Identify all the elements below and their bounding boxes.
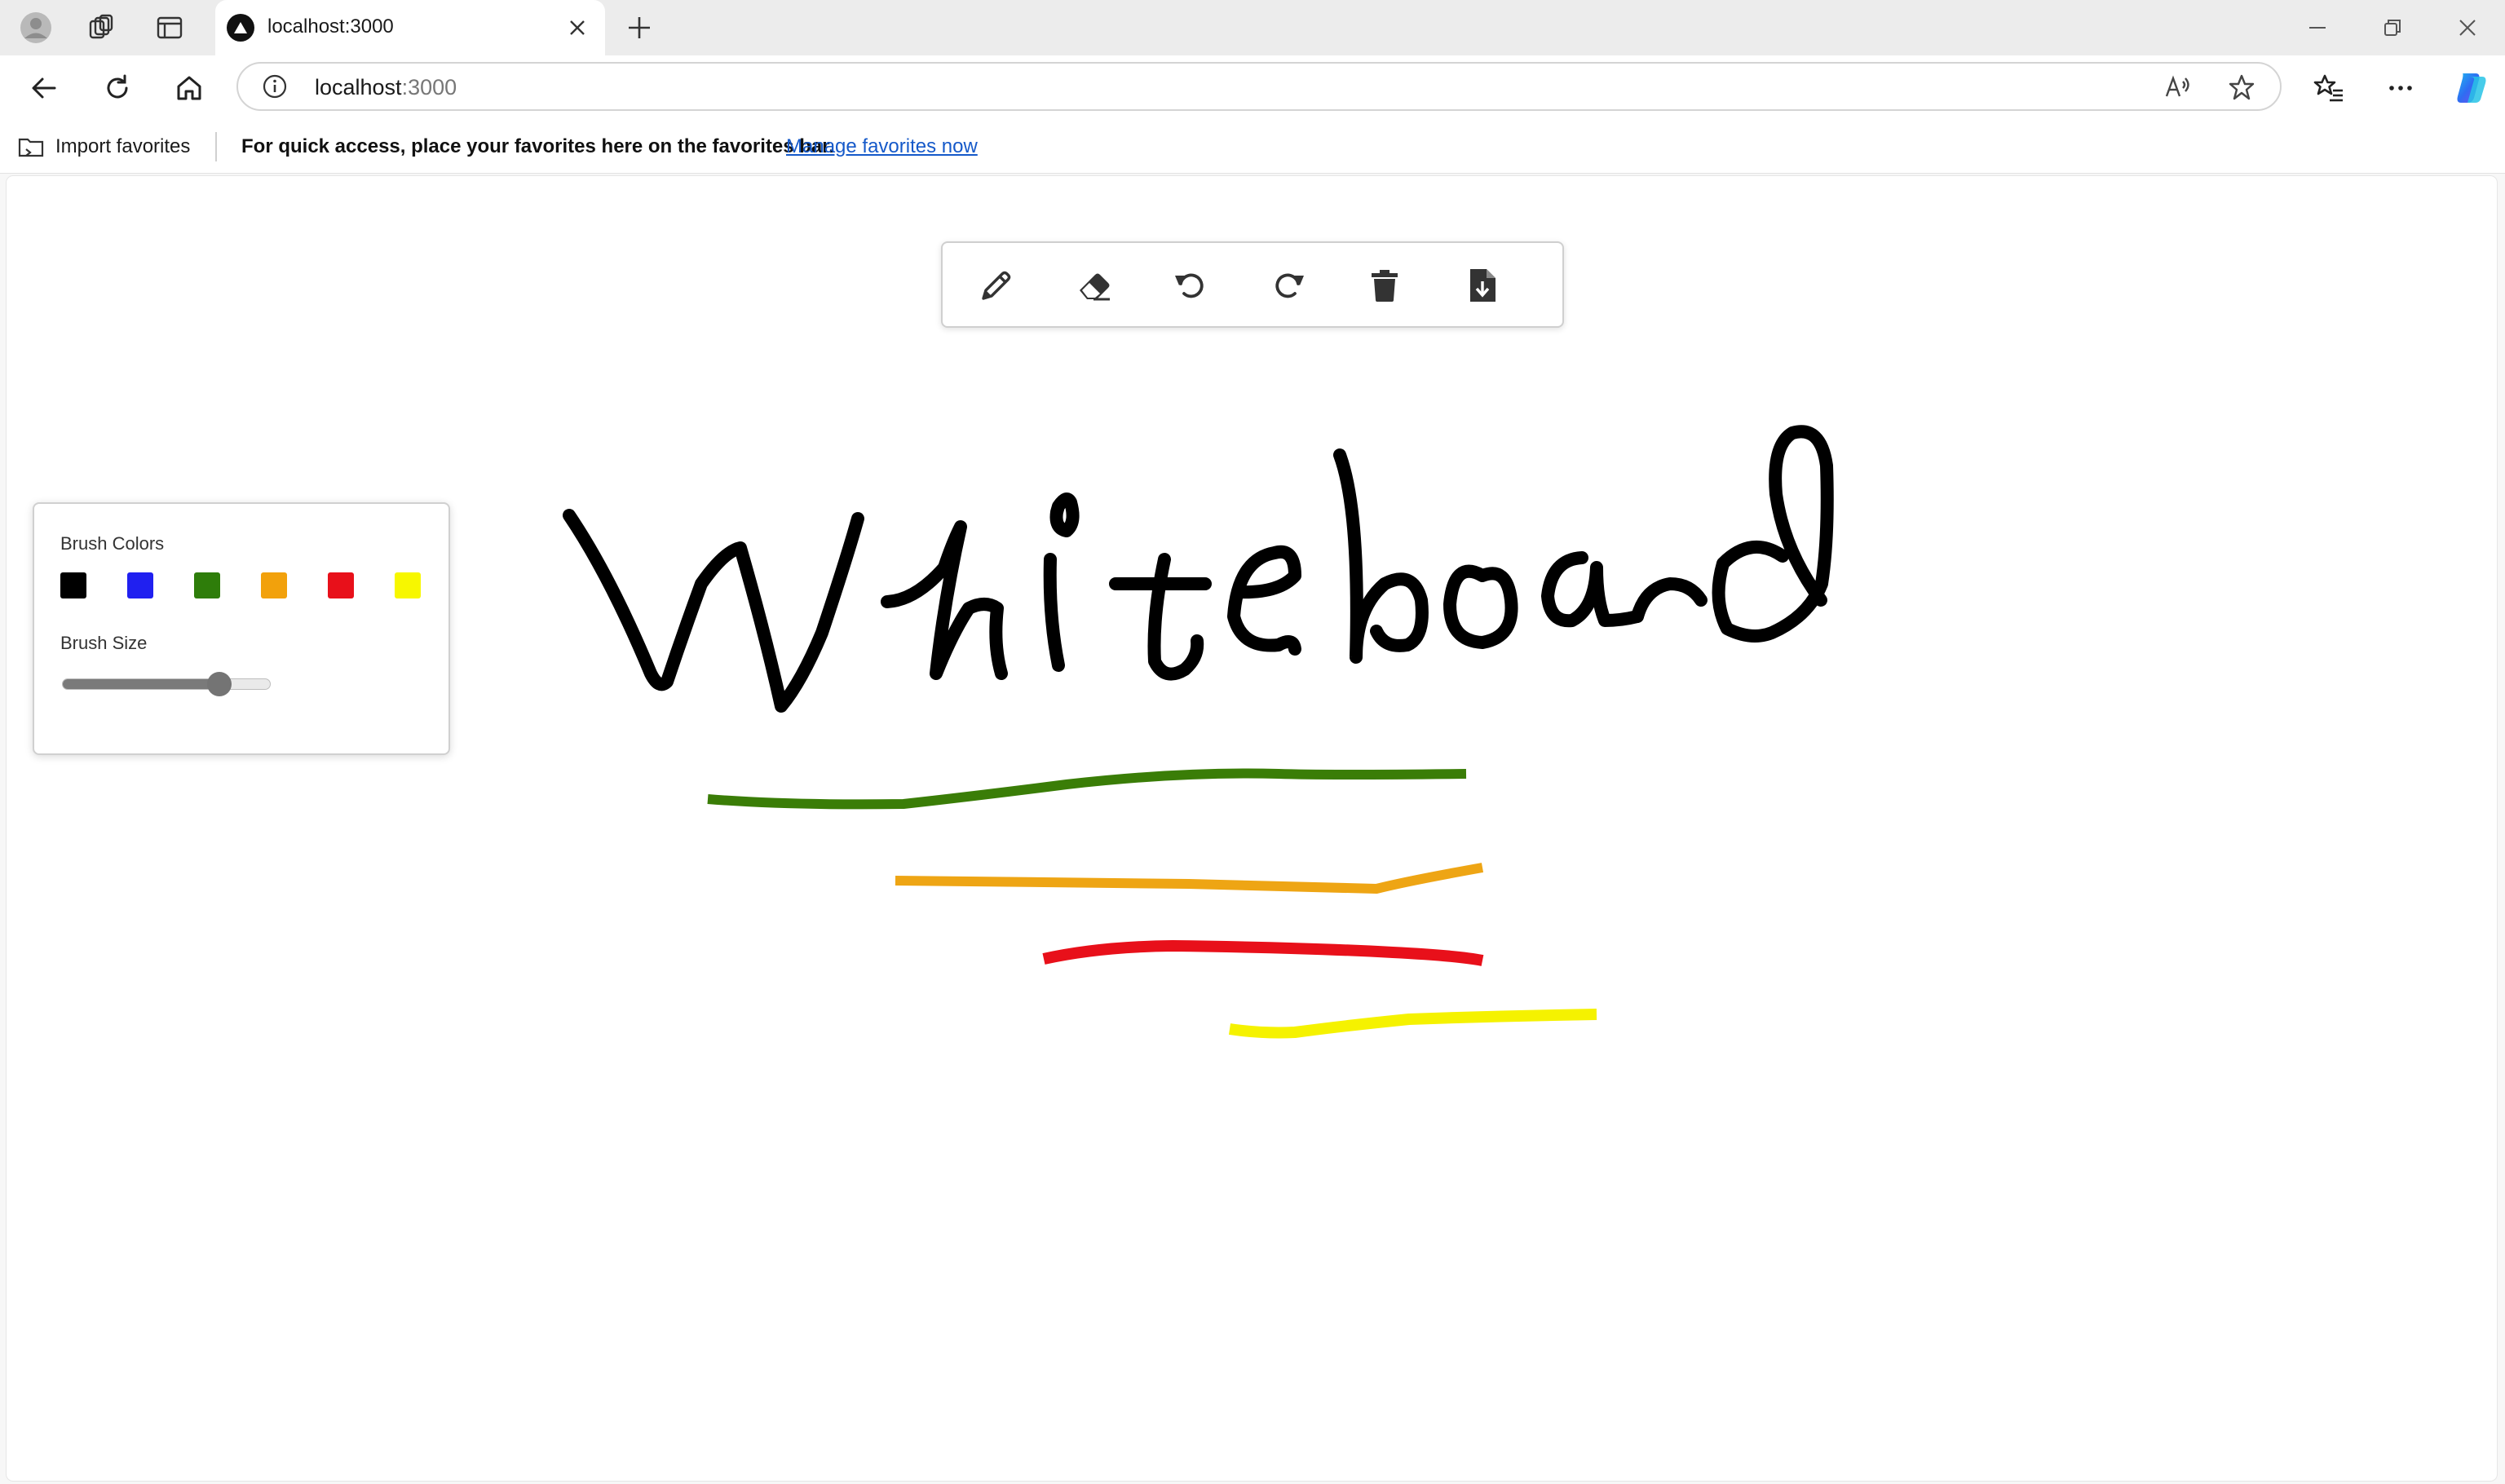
stroke-red (1042, 940, 1484, 966)
close-tab-icon[interactable] (561, 11, 594, 44)
more-icon[interactable] (2379, 67, 2422, 109)
workspaces-icon[interactable] (82, 8, 121, 47)
download-button[interactable] (1458, 261, 1507, 310)
refresh-icon[interactable] (96, 67, 139, 109)
info-icon[interactable] (263, 74, 287, 99)
color-swatch-red[interactable] (328, 572, 354, 598)
stroke-letter-i-body (1043, 553, 1065, 672)
download-file-icon (1470, 269, 1495, 302)
import-favorites-button[interactable]: Import favorites (18, 132, 190, 161)
page-viewport: Brush Colors Brush Size (7, 176, 2497, 1481)
new-tab-icon[interactable] (620, 8, 659, 47)
read-aloud-icon[interactable] (2161, 70, 2195, 104)
pencil-icon (982, 271, 1011, 300)
redo-button[interactable] (1264, 261, 1313, 310)
drawing-canvas[interactable] (7, 176, 2497, 1481)
stroke-letter-o (1443, 564, 1518, 649)
stroke-letter-w (563, 509, 864, 713)
stroke-letter-h (881, 520, 1008, 680)
address-bar[interactable]: localhost:3000 (236, 62, 2282, 111)
drawing-toolbar (941, 241, 1564, 328)
stroke-letter-t (1109, 553, 1212, 681)
redo-icon (1275, 273, 1304, 298)
favorites-icon[interactable] (2308, 67, 2350, 109)
tab-actions-icon[interactable] (150, 8, 189, 47)
import-folder-icon (18, 138, 44, 157)
favorite-star-icon[interactable] (2224, 70, 2259, 104)
color-swatch-black[interactable] (60, 572, 86, 598)
stroke-letter-a (1541, 551, 1644, 628)
color-swatch-orange[interactable] (261, 572, 287, 598)
stroke-letter-b (1333, 448, 1429, 664)
brush-colors-label: Brush Colors (60, 533, 165, 554)
underline-strokes (707, 768, 1597, 1039)
url-text[interactable]: localhost:3000 (315, 75, 457, 100)
close-window-icon[interactable] (2443, 8, 2492, 47)
stroke-yellow (1228, 1009, 1597, 1039)
brush-settings-panel: Brush Colors Brush Size (33, 502, 450, 755)
undo-icon (1175, 273, 1204, 298)
navigation-bar: localhost:3000 (0, 55, 2505, 121)
clear-canvas-button[interactable] (1360, 261, 1409, 310)
url-port: :3000 (401, 75, 457, 99)
back-icon[interactable] (23, 67, 65, 109)
undo-button[interactable] (1166, 261, 1215, 310)
stroke-orange (895, 863, 1484, 894)
eraser-icon (1080, 273, 1110, 301)
favorites-message: For quick access, place your favorites h… (241, 135, 834, 157)
stroke-letter-i-dot (1049, 492, 1080, 537)
favorites-bar: Import favorites For quick access, place… (0, 121, 2505, 174)
tab-strip: localhost:3000 (0, 0, 2505, 55)
pencil-tool-button[interactable] (972, 261, 1021, 310)
favorites-divider (215, 132, 217, 161)
stroke-letter-e (1227, 545, 1301, 656)
brush-size-label: Brush Size (60, 633, 148, 653)
color-swatch-green[interactable] (194, 572, 220, 598)
restore-icon[interactable] (2368, 8, 2417, 47)
site-favicon-icon (227, 14, 254, 42)
trash-icon (1372, 270, 1398, 302)
minimize-icon[interactable] (2293, 8, 2342, 47)
import-favorites-label: Import favorites (55, 135, 191, 157)
tab-title: localhost:3000 (267, 15, 394, 38)
stroke-green (707, 768, 1467, 810)
eraser-tool-button[interactable] (1070, 261, 1119, 310)
color-swatch-yellow[interactable] (395, 572, 421, 598)
copilot-icon[interactable] (2450, 67, 2492, 109)
handwriting-whiteboard (563, 425, 1834, 713)
active-tab[interactable]: localhost:3000 (215, 0, 605, 55)
slider-fill (63, 679, 219, 689)
url-host: localhost (315, 75, 402, 99)
home-icon[interactable] (168, 67, 210, 109)
slider-thumb[interactable] (207, 672, 232, 696)
color-swatch-blue[interactable] (127, 572, 153, 598)
stroke-letter-r (1631, 577, 1708, 623)
stroke-letter-d (1712, 425, 1834, 643)
brush-size-slider[interactable] (62, 672, 271, 696)
manage-favorites-link[interactable]: Manage favorites now (786, 135, 978, 158)
profile-icon[interactable] (16, 8, 55, 47)
